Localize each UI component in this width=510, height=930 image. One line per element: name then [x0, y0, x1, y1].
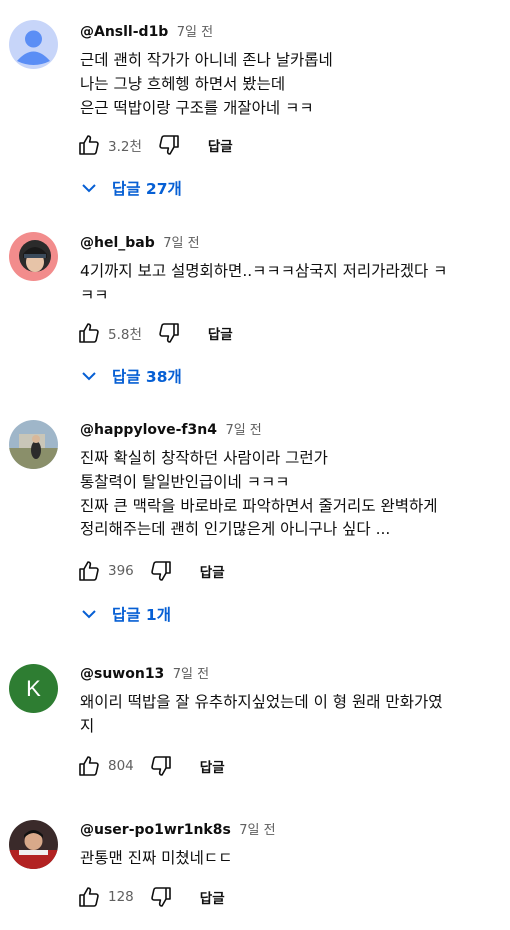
comment-text: 관통맨 진짜 미쳤네ㄷㄷ [80, 849, 233, 867]
reply-button[interactable]: 답글 [208, 323, 233, 343]
comment-text: 진짜 확실히 창작하던 사람이라 그런가 통찰력이 탈일반인급이네 ㅋㅋㅋ 진짜… [80, 449, 438, 539]
comment-actions: 128 답글 [76, 882, 225, 912]
comment-header: @user-po1wr1nk8s 7일 전 [80, 820, 492, 841]
comment-text: 4기까지 보고 설명회하면..ㅋㅋㅋ삼국지 저리가라겠다 ㅋ ㅋㅋ [80, 262, 448, 304]
comment-time[interactable]: 7일 전 [163, 236, 199, 251]
view-replies-button[interactable]: 답글 1개 [80, 598, 171, 630]
thumbs-up-icon [79, 887, 99, 907]
thumbs-up-icon [79, 323, 99, 343]
comment-time[interactable]: 7일 전 [173, 667, 209, 682]
thumbs-down-icon [151, 887, 171, 907]
replies-count: 답글 27개 [112, 180, 182, 198]
avatar-letter: K [26, 675, 41, 701]
comment-text: 근데 괜히 작가가 아니네 존나 날카롭네 나는 그냥 흐헤헹 하면서 봤는데 … [80, 51, 333, 117]
like-count: 804 [108, 758, 134, 774]
avatar[interactable] [9, 232, 58, 281]
replies-count: 답글 1개 [112, 606, 171, 624]
like-count: 128 [108, 889, 134, 905]
thumbs-up-icon [79, 135, 99, 155]
avatar[interactable] [9, 20, 58, 69]
comment-header: @happylove-f3n4 7일 전 [80, 420, 492, 441]
comment-author[interactable]: @Ansll-d1b [80, 24, 168, 40]
comment-actions: 396 답글 [76, 556, 225, 586]
comment-header: @hel_bab 7일 전 [80, 233, 492, 254]
like-count: 3.2천 [108, 139, 142, 155]
thumbs-up-icon [79, 561, 99, 581]
comment-author[interactable]: @user-po1wr1nk8s [80, 822, 231, 838]
user-avatar-image [9, 820, 58, 869]
user-avatar-image [9, 232, 58, 281]
replies-count: 답글 38개 [112, 368, 182, 386]
like-count: 396 [108, 563, 134, 579]
view-replies-button[interactable]: 답글 38개 [80, 360, 182, 392]
comment-actions: 804 답글 [76, 751, 225, 781]
default-avatar-icon [9, 20, 58, 69]
reply-button[interactable]: 답글 [200, 887, 225, 907]
like-button[interactable] [76, 320, 102, 346]
comment-actions: 5.8천 답글 [76, 318, 233, 348]
dislike-button[interactable] [148, 753, 174, 779]
like-button[interactable] [76, 753, 102, 779]
comment-time[interactable]: 7일 전 [239, 823, 275, 838]
like-button[interactable] [76, 132, 102, 158]
dislike-button[interactable] [148, 558, 174, 584]
avatar[interactable] [9, 820, 58, 869]
thumbs-up-icon [79, 756, 99, 776]
like-count: 5.8천 [108, 327, 142, 343]
comment-author[interactable]: @hel_bab [80, 235, 155, 251]
reply-button[interactable]: 답글 [208, 135, 233, 155]
comment-time[interactable]: 7일 전 [225, 423, 261, 438]
comment-header: @Ansll-d1b 7일 전 [80, 22, 492, 43]
like-button[interactable] [76, 558, 102, 584]
comment-author[interactable]: @happylove-f3n4 [80, 422, 217, 438]
chevron-down-icon [82, 184, 96, 193]
dislike-button[interactable] [156, 320, 182, 346]
comment-actions: 3.2천 답글 [76, 130, 233, 160]
comment-time[interactable]: 7일 전 [177, 25, 213, 40]
thumbs-down-icon [159, 323, 179, 343]
avatar[interactable]: K [9, 664, 58, 713]
reply-button[interactable]: 답글 [200, 756, 225, 776]
reply-button[interactable]: 답글 [200, 561, 225, 581]
thumbs-down-icon [151, 756, 171, 776]
comment-author[interactable]: @suwon13 [80, 666, 164, 682]
thumbs-down-icon [159, 135, 179, 155]
comment-text: 왜이리 떡밥을 잘 유추하지싶었는데 이 형 원래 만화가였 지 [80, 693, 443, 735]
avatar[interactable] [9, 420, 58, 469]
chevron-down-icon [82, 372, 96, 381]
comment-header: @suwon13 7일 전 [80, 664, 492, 685]
dislike-button[interactable] [148, 884, 174, 910]
dislike-button[interactable] [156, 132, 182, 158]
chevron-down-icon [82, 610, 96, 619]
like-button[interactable] [76, 884, 102, 910]
view-replies-button[interactable]: 답글 27개 [80, 172, 182, 204]
thumbs-down-icon [151, 561, 171, 581]
user-avatar-image [9, 420, 58, 469]
